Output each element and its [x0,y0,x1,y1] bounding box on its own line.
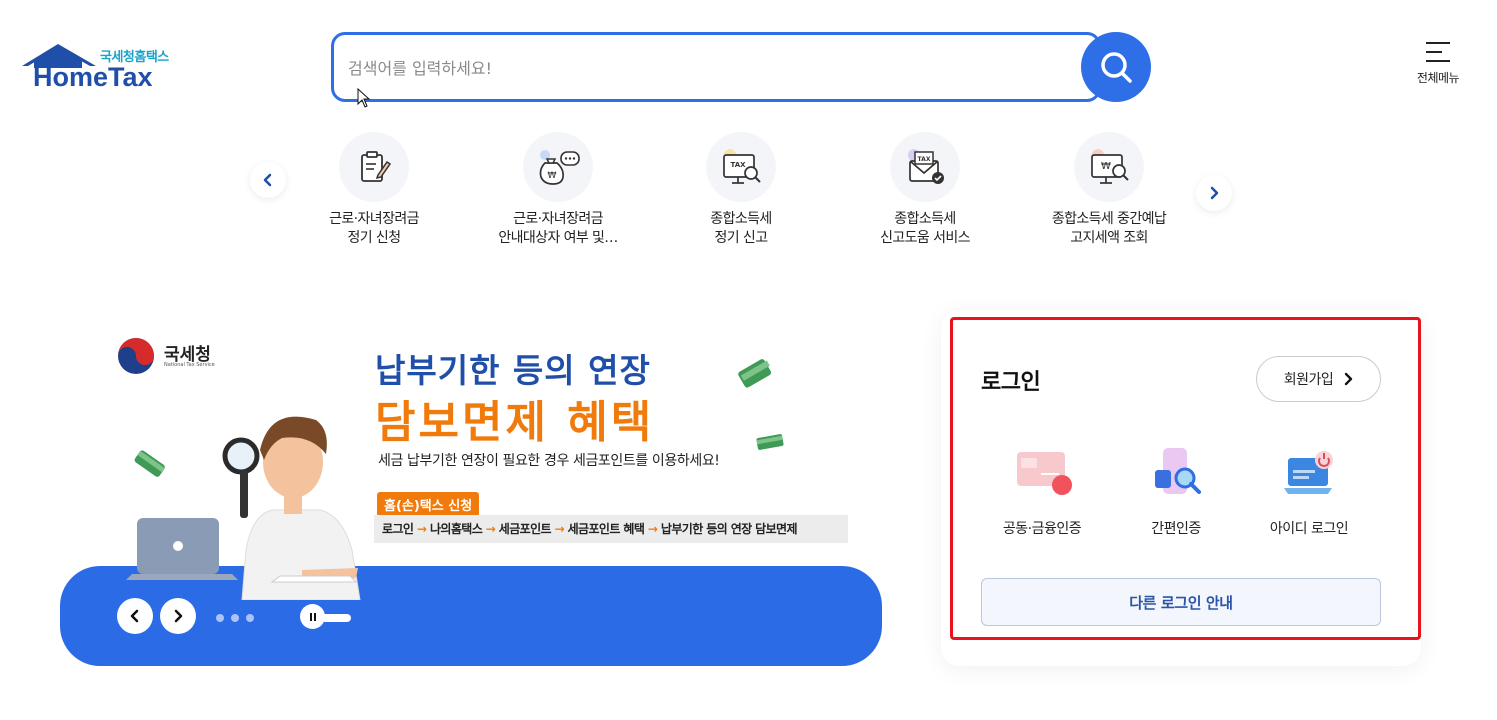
arrow-right-icon: → [485,522,496,536]
search-box [331,32,1101,102]
chevron-left-icon [130,609,139,623]
login-option-id-login[interactable]: 아이디 로그인 [1244,440,1374,538]
path-step: 세금포인트 [498,522,552,536]
id-login-laptop-icon [1274,440,1344,510]
service-item-incentive-eligibility[interactable]: ₩ 근로·자녀장려금안내대상자 여부 및… [473,132,643,248]
service-label-line2: 정기 신고 [714,230,769,246]
arrow-right-icon: → [416,522,427,536]
arrow-right-icon: → [554,522,565,536]
chevron-right-icon [1210,186,1219,200]
search-button[interactable] [1081,32,1151,102]
clipboard-pen-icon [339,132,409,202]
login-option-label: 간편인증 [1151,521,1201,537]
nts-english-name: National Tax Service [164,362,215,368]
banner-next-button[interactable] [160,598,196,634]
full-menu-button[interactable]: 전체메뉴 [1408,42,1468,94]
mouse-cursor-icon [357,88,371,108]
arrow-right-icon: → [647,522,658,536]
pause-icon [309,612,316,621]
service-label-line1: 근로·자녀장려금 [329,211,419,227]
slide-indicator-dot[interactable] [231,614,239,622]
won-monitor-search-icon: ₩ [1074,132,1144,202]
slide-indicator-dot[interactable] [216,614,224,622]
money-stack-icon [738,359,772,388]
banner-subtitle: 세금 납부기한 연장이 필요한 경우 세금포인트를 이용하세요! [378,453,720,469]
service-label-line2: 신고도움 서비스 [880,230,970,246]
path-step: 세금포인트 혜택 [567,522,645,536]
chevron-right-icon [174,609,183,623]
service-label-line2: 고지세액 조회 [1070,230,1148,246]
service-item-income-tax-filing[interactable]: TAX 종합소득세정기 신고 [656,132,826,248]
promo-banner[interactable]: 국세청 National Tax Service 납부기한 등의 연장 담보면제… [60,300,882,666]
service-item-interim-prepayment[interactable]: ₩ 종합소득세 중간예납고지세액 조회 [1024,132,1194,248]
service-item-income-tax-help[interactable]: TAX 종합소득세신고도움 서비스 [840,132,1010,248]
service-label-line2: 안내대상자 여부 및… [498,230,618,246]
money-bag-chat-icon: ₩ [523,132,593,202]
logo-title: HomeTax [33,62,153,92]
login-title: 로그인 [981,370,1041,395]
svg-text:₩: ₩ [548,171,557,181]
service-label-line2: 정기 신청 [347,230,402,246]
login-option-certificate[interactable]: 공동·금융인증 [977,440,1107,538]
tax-monitor-search-icon: TAX [706,132,776,202]
slide-indicator-active[interactable] [321,614,351,622]
chevron-right-icon [1345,372,1353,386]
service-item-incentive-apply[interactable]: 근로·자녀장려금정기 신청 [289,132,459,248]
banner-apply-tag: 홈(손)택스 신청 [377,492,480,517]
signup-label: 회원가입 [1283,372,1334,388]
login-option-label: 아이디 로그인 [1269,521,1349,537]
money-stack-icon [756,434,784,450]
banner-menu-path: 로그인 → 나의홈택스 → 세금포인트 → 세금포인트 혜택 → 납부기한 등의… [374,515,848,543]
path-step: 납부기한 등의 연장 담보면제 [660,522,798,536]
path-step: 로그인 [382,522,414,536]
services-prev-button[interactable] [250,162,286,198]
svg-text:TAX: TAX [918,156,931,163]
slide-indicator-dot[interactable] [246,614,254,622]
banner-title-line1: 납부기한 등의 연장 [375,351,651,390]
banner-title-line2: 담보면제 혜택 [375,397,655,448]
login-option-label: 공동·금융인증 [1002,521,1082,537]
taegeuk-emblem-icon [118,338,154,374]
character-illustration [126,416,361,600]
chevron-left-icon [263,173,272,187]
banner-prev-button[interactable] [117,598,153,634]
service-label-line1: 종합소득세 [894,211,956,227]
signup-button[interactable]: 회원가입 [1256,356,1381,402]
other-login-guide-button[interactable]: 다른 로그인 안내 [981,578,1381,626]
certificate-icon [1007,440,1077,510]
full-menu-label: 전체메뉴 [1416,71,1460,85]
money-stack-icon [134,450,165,477]
search-icon [1101,52,1132,83]
nts-logo: 국세청 National Tax Service [116,336,236,376]
search-input[interactable] [348,47,1068,89]
banner-pause-button[interactable] [300,604,325,629]
service-label-line1: 근로·자녀장려금 [513,211,603,227]
hometax-logo[interactable]: 국세청홈택스 HomeTax [20,42,190,98]
service-label-line1: 종합소득세 [710,211,772,227]
svg-text:₩: ₩ [1101,161,1111,172]
login-option-simple-auth[interactable]: 간편인증 [1111,440,1241,538]
svg-text:TAX: TAX [730,161,746,169]
service-label-line1: 종합소득세 중간예납 [1051,211,1167,227]
simple-auth-icon [1141,440,1211,510]
hamburger-icon [1426,42,1450,62]
tax-envelope-check-icon: TAX [890,132,960,202]
path-step: 나의홈택스 [429,522,483,536]
services-next-button[interactable] [1196,175,1232,211]
